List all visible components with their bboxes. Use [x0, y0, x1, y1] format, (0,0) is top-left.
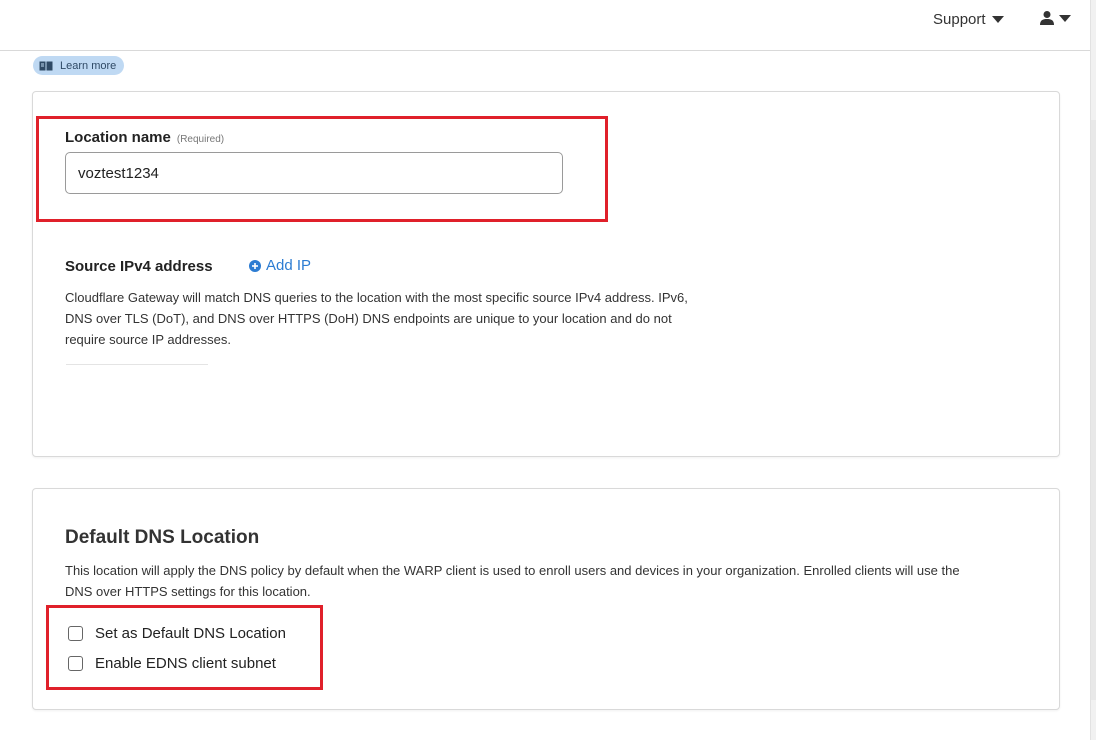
support-menu[interactable]: Support [933, 11, 1004, 28]
learn-more-link[interactable]: Learn more [33, 56, 125, 75]
description-line: This location will apply the DNS policy … [65, 563, 960, 578]
required-hint: (Required) [176, 134, 225, 145]
set-default-dns-checkbox[interactable] [68, 626, 83, 641]
add-ip-button[interactable]: Add IP [249, 257, 311, 274]
learn-more-label: Learn more [60, 59, 117, 72]
set-default-dns-label: Set as Default DNS Location [95, 625, 286, 642]
default-dns-description: This location will apply the DNS policy … [65, 560, 960, 602]
book-icon [39, 61, 53, 70]
description-line: DNS over TLS (DoT), and DNS over HTTPS (… [65, 311, 672, 326]
top-bar: Support [0, 0, 1090, 51]
add-ip-label: Add IP [266, 257, 312, 274]
description-line: DNS over HTTPS settings for this locatio… [65, 584, 311, 599]
source-ipv4-description: Cloudflare Gateway will match DNS querie… [65, 287, 688, 350]
ip-list-divider [66, 364, 208, 365]
description-line: require source IP addresses. [65, 332, 231, 347]
plus-circle-icon [249, 259, 261, 272]
edns-client-subnet-label: Enable EDNS client subnet [95, 655, 276, 672]
chevron-down-icon [1059, 14, 1071, 22]
edns-client-subnet-checkbox[interactable] [68, 656, 83, 671]
set-default-dns-checkbox-row[interactable]: Set as Default DNS Location [68, 625, 286, 642]
location-name-label-text: Location name [65, 129, 171, 146]
default-dns-title: Default DNS Location [65, 527, 260, 548]
location-name-label: Location name (Required) [65, 129, 224, 146]
chevron-down-icon [991, 16, 1004, 23]
edns-client-subnet-checkbox-row[interactable]: Enable EDNS client subnet [68, 655, 276, 672]
location-name-input[interactable] [65, 152, 563, 194]
description-line: Cloudflare Gateway will match DNS querie… [65, 290, 688, 305]
support-label: Support [933, 11, 986, 28]
source-ipv4-label: Source IPv4 address [65, 258, 213, 275]
scrollbar-thumb[interactable] [1091, 120, 1096, 700]
user-icon [1040, 11, 1054, 25]
user-menu[interactable] [1040, 10, 1071, 26]
